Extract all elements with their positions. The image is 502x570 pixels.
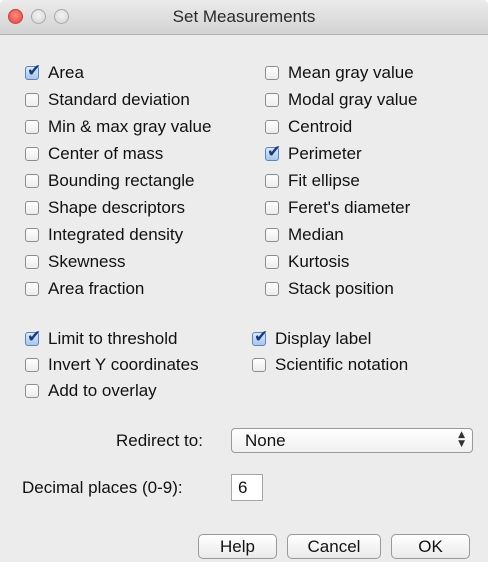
redirect-to-select[interactable]: None ▲ ▼ [231, 428, 473, 453]
checkmark-icon: ✔ [27, 61, 42, 81]
checkbox-box[interactable]: ✔ [25, 327, 41, 347]
stack-position-checkbox[interactable]: Stack position [265, 277, 394, 301]
checkbox-box[interactable] [25, 120, 39, 134]
checkbox-label: Stack position [288, 279, 394, 298]
checkbox-box[interactable] [265, 174, 279, 188]
decimal-places-input[interactable]: 6 [231, 474, 263, 501]
invert-y-coordinates-checkbox[interactable]: Invert Y coordinates [25, 353, 199, 377]
checkbox-box[interactable] [25, 384, 39, 398]
standard-deviation-checkbox[interactable]: Standard deviation [25, 88, 190, 112]
add-to-overlay-checkbox[interactable]: Add to overlay [25, 379, 157, 403]
checkbox-label: Median [288, 225, 344, 244]
checkbox-box[interactable] [25, 228, 39, 242]
decimal-places-label: Decimal places (0-9): [22, 478, 183, 497]
checkbox-box[interactable] [265, 201, 279, 215]
checkbox-box[interactable] [25, 358, 39, 372]
checkbox-box[interactable] [265, 120, 279, 134]
fit-ellipse-checkbox[interactable]: Fit ellipse [265, 169, 360, 193]
checkbox-box[interactable] [265, 93, 279, 107]
checkbox-label: Modal gray value [288, 90, 418, 109]
min-max-gray-value-checkbox[interactable]: Min & max gray value [25, 115, 211, 139]
checkbox-label: Scientific notation [275, 355, 409, 374]
modal-gray-value-checkbox[interactable]: Modal gray value [265, 88, 417, 112]
checkbox-box[interactable] [265, 228, 279, 242]
set-measurements-dialog: Set Measurements ✔ Area Standard deviati… [0, 0, 488, 562]
checkbox-label: Bounding rectangle [48, 171, 195, 190]
checkbox-label: Invert Y coordinates [48, 355, 199, 374]
checkbox-label: Display label [275, 329, 372, 348]
checkbox-box[interactable] [25, 201, 39, 215]
checkbox-box[interactable]: ✔ [265, 142, 281, 162]
checkbox-label: Skewness [48, 252, 126, 271]
center-of-mass-checkbox[interactable]: Center of mass [25, 142, 163, 166]
checkbox-box[interactable] [25, 147, 39, 161]
median-checkbox[interactable]: Median [265, 223, 344, 247]
checkbox-label: Standard deviation [48, 90, 190, 109]
checkbox-box[interactable] [25, 174, 39, 188]
display-label-checkbox[interactable]: ✔ Display label [252, 327, 371, 351]
scientific-notation-checkbox[interactable]: Scientific notation [252, 353, 408, 377]
checkbox-label: Perimeter [288, 144, 362, 163]
checkbox-label: Centroid [288, 117, 353, 136]
checkbox-label: Feret's diameter [288, 198, 411, 217]
perimeter-checkbox[interactable]: ✔ Perimeter [265, 142, 362, 166]
help-button[interactable]: Help [198, 534, 277, 559]
checkbox-box[interactable] [252, 358, 266, 372]
checkbox-label: Area fraction [48, 279, 145, 298]
cancel-button[interactable]: Cancel [287, 534, 381, 559]
window-title: Set Measurements [172, 7, 316, 26]
checkbox-box[interactable] [25, 255, 39, 269]
bounding-rectangle-checkbox[interactable]: Bounding rectangle [25, 169, 195, 193]
skewness-checkbox[interactable]: Skewness [25, 250, 125, 274]
checkbox-box[interactable] [265, 282, 279, 296]
checkbox-label: Center of mass [48, 144, 164, 163]
redirect-to-value: None [245, 431, 286, 450]
checkbox-label: Min & max gray value [48, 117, 212, 136]
checkbox-label: Add to overlay [48, 381, 157, 400]
area-checkbox[interactable]: ✔ Area [25, 61, 84, 85]
redirect-to-label: Redirect to: [116, 431, 203, 450]
checkmark-icon: ✔ [267, 142, 282, 162]
checkmark-icon: ✔ [27, 327, 42, 347]
checkbox-label: Area [48, 63, 84, 82]
checkbox-box[interactable]: ✔ [252, 327, 268, 347]
ok-button[interactable]: OK [391, 534, 470, 559]
checkbox-box[interactable] [25, 93, 39, 107]
area-fraction-checkbox[interactable]: Area fraction [25, 277, 144, 301]
title-bar: Set Measurements [0, 0, 488, 35]
shape-descriptors-checkbox[interactable]: Shape descriptors [25, 196, 185, 220]
kurtosis-checkbox[interactable]: Kurtosis [265, 250, 349, 274]
checkbox-label: Fit ellipse [288, 171, 360, 190]
checkmark-icon: ✔ [254, 327, 269, 347]
integrated-density-checkbox[interactable]: Integrated density [25, 223, 183, 247]
checkbox-label: Shape descriptors [48, 198, 186, 217]
mean-gray-value-checkbox[interactable]: Mean gray value [265, 61, 414, 85]
checkbox-box[interactable] [265, 255, 279, 269]
checkbox-box[interactable] [25, 282, 39, 296]
arrow-down-icon: ▼ [458, 439, 465, 449]
up-down-arrows-icon: ▲ ▼ [458, 431, 465, 449]
checkbox-label: Mean gray value [288, 63, 414, 82]
checkbox-box[interactable]: ✔ [25, 61, 41, 81]
checkbox-label: Limit to threshold [48, 329, 178, 348]
checkbox-label: Kurtosis [288, 252, 350, 271]
checkbox-label: Integrated density [48, 225, 184, 244]
limit-to-threshold-checkbox[interactable]: ✔ Limit to threshold [25, 327, 177, 351]
centroid-checkbox[interactable]: Centroid [265, 115, 352, 139]
checkbox-box[interactable] [265, 66, 279, 80]
ferets-diameter-checkbox[interactable]: Feret's diameter [265, 196, 410, 220]
